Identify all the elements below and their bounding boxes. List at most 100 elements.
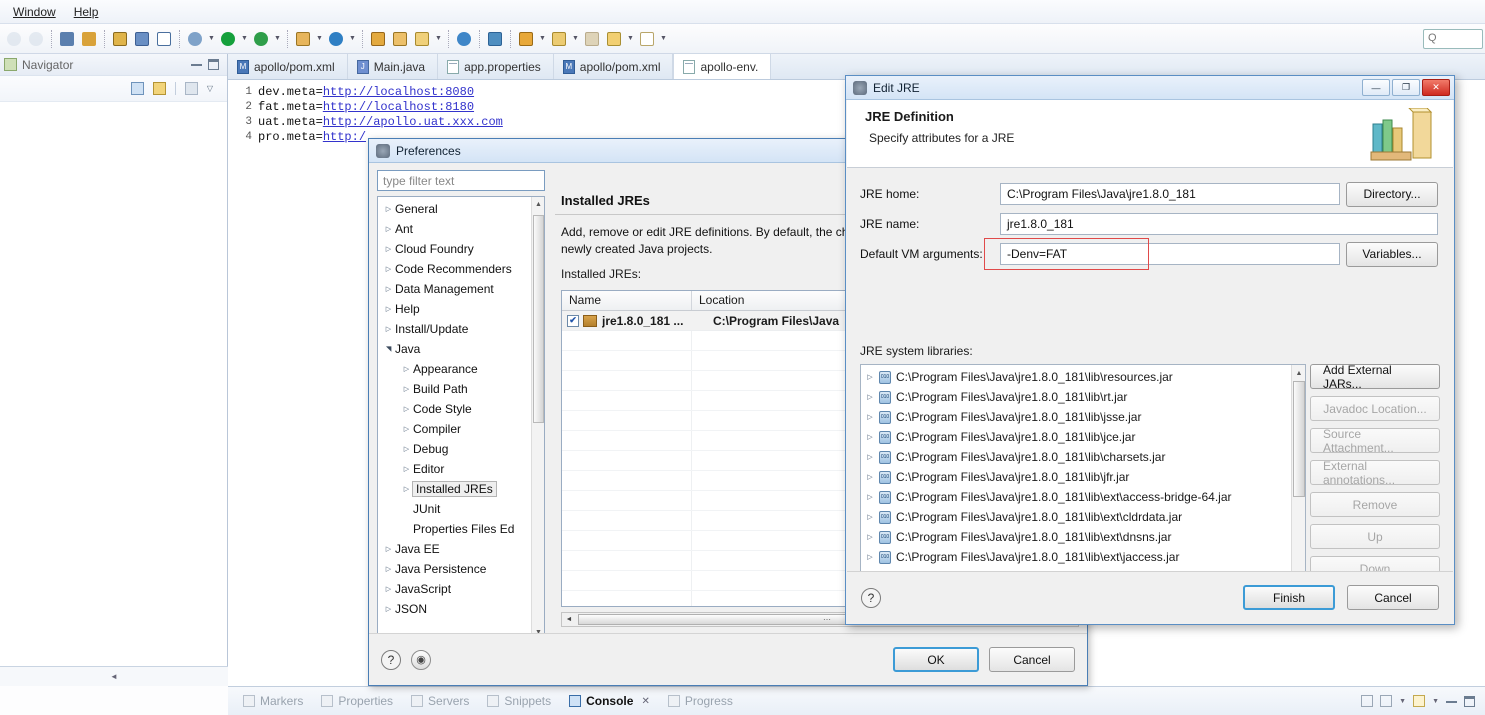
tree-item-install-update[interactable]: ▷ Install/Update [378, 319, 530, 339]
library-row[interactable]: ▷ C:\Program Files\Java\jre1.8.0_181\lib\… [861, 527, 1290, 547]
tree-item-ant[interactable]: ▷ Ant [378, 219, 530, 239]
chevron-down-icon[interactable]: ▼ [314, 28, 325, 50]
tree-item-code-recommenders[interactable]: ▷ Code Recommenders [378, 259, 530, 279]
ok-button[interactable]: OK [893, 647, 979, 672]
chevron-down-icon[interactable]: ▼ [239, 28, 250, 50]
tree-item-json[interactable]: ▷ JSON [378, 599, 530, 619]
chevron-down-icon[interactable]: ▼ [625, 28, 636, 50]
chevron-down-icon[interactable]: ▼ [1399, 698, 1406, 705]
tree-item-general[interactable]: ▷ General [378, 199, 530, 219]
chevron-right-icon[interactable]: ▷ [382, 305, 395, 313]
outgoing-changes-icon[interactable] [57, 28, 77, 50]
library-row[interactable]: ▷ C:\Program Files\Java\jre1.8.0_181\lib\… [861, 427, 1290, 447]
maximize-icon[interactable] [208, 59, 219, 70]
chevron-right-icon[interactable]: ▷ [864, 493, 876, 501]
tree-item-data-management[interactable]: ▷ Data Management [378, 279, 530, 299]
chevron-right-icon[interactable]: ▷ [864, 533, 876, 541]
help-icon[interactable]: ? [381, 649, 401, 670]
tree-item-build-path[interactable]: ▷ Build Path [378, 379, 530, 399]
view-menu-icon[interactable]: ▽ [207, 84, 213, 93]
paragraph-marks-icon[interactable] [154, 28, 174, 50]
chevron-right-icon[interactable]: ▷ [382, 285, 395, 293]
chevron-right-icon[interactable]: ▷ [864, 513, 876, 521]
coverage-icon[interactable] [251, 28, 271, 50]
tree-item-java[interactable]: ◢ Java [378, 339, 530, 359]
chevron-right-icon[interactable]: ▷ [864, 553, 876, 561]
scroll-up-icon[interactable]: ▲ [533, 198, 544, 211]
chevron-right-icon[interactable]: ▷ [382, 245, 395, 253]
libraries-scroll-thumb[interactable] [1293, 381, 1305, 497]
chevron-down-icon[interactable]: ▼ [206, 28, 217, 50]
maximize-button[interactable]: ❐ [1392, 79, 1420, 96]
open-resource-icon[interactable] [390, 28, 410, 50]
tree-item-code-style[interactable]: ▷ Code Style [378, 399, 530, 419]
line-url[interactable]: http://apollo.uat.xxx.com [323, 115, 503, 129]
tree-item-properties-files-ed[interactable]: Properties Files Ed [378, 519, 530, 539]
collapse-all-icon[interactable] [130, 82, 144, 95]
chevron-right-icon[interactable]: ▷ [382, 605, 395, 613]
new-wizard-icon[interactable] [293, 28, 313, 50]
chevron-right-icon[interactable]: ▷ [382, 225, 395, 233]
tree-item-junit[interactable]: JUnit [378, 499, 530, 519]
bottom-view-tab-properties[interactable]: Properties [312, 694, 402, 708]
library-row[interactable]: ▷ C:\Program Files\Java\jre1.8.0_181\lib\… [861, 547, 1290, 567]
forward-nav-icon[interactable] [26, 28, 46, 50]
bottom-view-tab-progress[interactable]: Progress [659, 694, 742, 708]
tree-item-cloud-foundry[interactable]: ▷ Cloud Foundry [378, 239, 530, 259]
run-icon[interactable] [218, 28, 238, 50]
minimize-icon[interactable] [1446, 700, 1457, 703]
library-row[interactable]: ▷ C:\Program Files\Java\jre1.8.0_181\lib\… [861, 487, 1290, 507]
minimize-button[interactable]: — [1362, 79, 1390, 96]
chevron-right-icon[interactable]: ▷ [382, 205, 395, 213]
chevron-right-icon[interactable]: ▷ [400, 445, 413, 453]
editor-tab-4[interactable]: apollo-env. [673, 53, 772, 79]
back-history-icon[interactable] [604, 28, 624, 50]
chevron-right-icon[interactable]: ▷ [400, 465, 413, 473]
line-url[interactable]: http:/ [323, 130, 366, 144]
tree-item-appearance[interactable]: ▷ Appearance [378, 359, 530, 379]
line-url[interactable]: http://localhost:8080 [323, 85, 474, 99]
chevron-down-icon[interactable]: ▼ [433, 28, 444, 50]
incoming-changes-icon[interactable] [79, 28, 99, 50]
chevron-right-icon[interactable]: ▷ [864, 413, 876, 421]
chevron-down-icon[interactable]: ▼ [272, 28, 283, 50]
back-nav-icon[interactable] [4, 28, 24, 50]
chevron-down-icon[interactable]: ▼ [347, 28, 358, 50]
filter-input[interactable]: type filter text [377, 170, 545, 191]
editor-tab-3[interactable]: apollo/pom.xml [554, 54, 674, 79]
chevron-right-icon[interactable]: ▷ [382, 545, 395, 553]
open-console-icon[interactable] [1413, 695, 1426, 707]
web-browser-icon[interactable] [454, 28, 474, 50]
chevron-right-icon[interactable]: ▷ [400, 385, 413, 393]
menu-help[interactable]: Help [65, 3, 108, 21]
scroll-up-icon[interactable]: ▲ [1293, 366, 1305, 380]
tree-item-javascript[interactable]: ▷ JavaScript [378, 579, 530, 599]
finish-button[interactable]: Finish [1243, 585, 1335, 610]
chevron-down-icon[interactable]: ▼ [537, 28, 548, 50]
bottom-view-tab-console[interactable]: Console ✕ [560, 694, 659, 708]
editor-tab-1[interactable]: Main.java [348, 54, 439, 79]
vm-arguments-input[interactable]: -Denv=FAT [1000, 243, 1340, 265]
menu-window[interactable]: Window [4, 3, 65, 21]
directory-button[interactable]: Directory... [1346, 181, 1438, 207]
quick-access-input[interactable]: Q [1423, 29, 1483, 49]
tree-item-installed-jres[interactable]: ▷ Installed JREs [378, 479, 530, 499]
close-button[interactable]: ✕ [1422, 79, 1450, 96]
library-row[interactable]: ▷ C:\Program Files\Java\jre1.8.0_181\lib\… [861, 447, 1290, 467]
new-project-icon[interactable] [412, 28, 432, 50]
jre-home-input[interactable]: C:\Program Files\Java\jre1.8.0_181 [1000, 183, 1340, 205]
maximize-icon[interactable] [1464, 695, 1475, 707]
chevron-right-icon[interactable]: ▷ [382, 265, 395, 273]
tree-item-debug[interactable]: ▷ Debug [378, 439, 530, 459]
display-selected-console-icon[interactable] [1380, 695, 1393, 707]
new-java-class-icon[interactable] [110, 28, 130, 50]
close-icon[interactable]: ✕ [641, 696, 649, 707]
navigator-tree[interactable] [0, 102, 227, 686]
open-task-icon[interactable] [132, 28, 152, 50]
chevron-right-icon[interactable]: ▷ [382, 585, 395, 593]
help-icon[interactable]: ? [861, 587, 881, 608]
chevron-right-icon[interactable]: ▷ [864, 373, 876, 381]
chevron-right-icon[interactable]: ▷ [864, 453, 876, 461]
preferences-tree[interactable]: ▷ General ▷ Ant ▷ Cloud Foundry ▷ Code Recommen… [377, 196, 545, 641]
previous-annotation-icon[interactable] [582, 28, 602, 50]
